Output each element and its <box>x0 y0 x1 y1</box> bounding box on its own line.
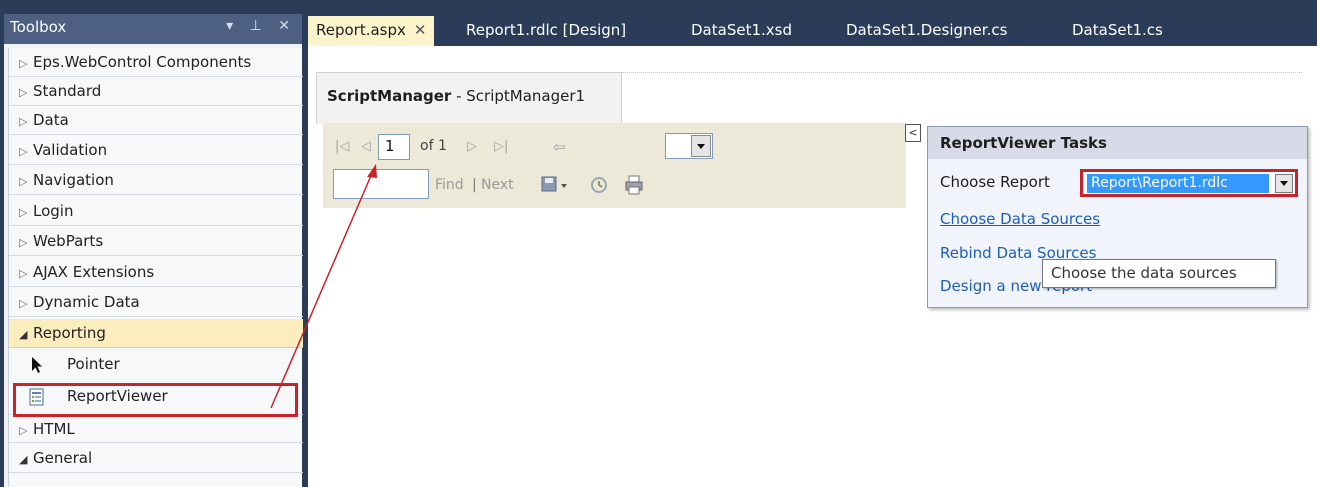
toolbox-group-label: Login <box>33 202 74 220</box>
refresh-icon[interactable] <box>589 175 609 195</box>
toolbox-title: Toolbox <box>10 18 67 36</box>
expand-arrow-icon: ▷ <box>19 115 28 128</box>
toolbox-title-bar: Toolbox ▾ ⊥ ✕ <box>4 14 302 44</box>
toolbox-group-webparts[interactable]: ▷ WebParts <box>9 227 303 256</box>
toolbox-item-label: Pointer <box>67 355 120 373</box>
choose-report-label: Choose Report <box>940 173 1050 191</box>
toolbox-group-login[interactable]: ▷ Login <box>9 197 303 226</box>
control-type: ScriptManager <box>327 87 452 105</box>
toolbox-group-html[interactable]: ▷ HTML <box>9 414 303 443</box>
page-count-label: of 1 <box>420 138 447 154</box>
control-id: ScriptManager1 <box>466 87 586 105</box>
previous-page-icon[interactable]: ◁ <box>361 139 371 154</box>
toolbox-group-standard[interactable]: ▷ Standard <box>9 77 303 106</box>
tab-label: Report1.rdlc [Design] <box>466 21 627 39</box>
expand-arrow-icon: ▷ <box>19 145 28 158</box>
expand-arrow-icon: ▷ <box>19 86 28 99</box>
document-tab-strip: Report.aspx ✕ Report1.rdlc [Design] DataS… <box>308 14 1317 46</box>
reportviewer-highlight-box <box>13 383 298 417</box>
page-number-input[interactable]: 1 <box>378 134 410 160</box>
script-manager-control[interactable]: ScriptManager - ScriptManager1 <box>316 72 622 124</box>
toolbox-group-ajax[interactable]: ▷ AJAX Extensions <box>9 258 303 287</box>
expand-arrow-icon: ▷ <box>19 206 28 219</box>
window-controls-icon[interactable]: ▾ ⊥ ✕ <box>226 18 296 34</box>
toolbox-group-label: Data <box>33 111 69 129</box>
toolbox-group-label: Validation <box>33 141 108 159</box>
toolbox-group-navigation[interactable]: ▷ Navigation <box>9 166 303 195</box>
pointer-icon <box>32 357 42 373</box>
tab-label: DataSet1.Designer.cs <box>846 21 1008 39</box>
collapse-arrow-icon: ◢ <box>19 453 28 466</box>
tab-report-aspx[interactable]: Report.aspx ✕ <box>308 16 435 46</box>
toolbox-group-label: HTML <box>33 420 75 438</box>
collapse-arrow-icon: ◢ <box>19 328 28 341</box>
tab-report1-rdlc-design[interactable]: Report1.rdlc [Design] <box>458 16 634 46</box>
toolbox-group-label: Reporting <box>33 324 106 342</box>
control-separator: - <box>451 87 467 105</box>
choose-report-value: Report\Report1.rdlc <box>1087 174 1269 193</box>
tab-label: Report.aspx <box>316 21 406 39</box>
design-surface[interactable]: ScriptManager - ScriptManager1 |◁ ◁ 1 of… <box>308 46 1317 487</box>
toolbox-group-data[interactable]: ▷ Data <box>9 106 303 135</box>
choose-report-select[interactable]: Report\Report1.rdlc <box>1080 169 1298 197</box>
last-page-icon[interactable]: ▷| <box>494 139 508 154</box>
zoom-select[interactable] <box>665 133 713 159</box>
export-icon[interactable] <box>540 175 570 197</box>
find-link[interactable]: Find <box>435 177 464 193</box>
tab-label: DataSet1.cs <box>1072 21 1163 39</box>
print-icon[interactable] <box>623 174 645 196</box>
tab-dataset1-cs[interactable]: DataSet1.cs <box>1064 16 1171 46</box>
expand-arrow-icon: ▷ <box>19 424 28 437</box>
first-page-icon[interactable]: |◁ <box>335 139 349 154</box>
chevron-down-icon[interactable] <box>691 135 711 157</box>
toolbox-group-general[interactable]: ◢ General <box>9 444 303 473</box>
tab-dataset1-designer-cs[interactable]: DataSet1.Designer.cs <box>838 16 1015 46</box>
design-boundary-line <box>622 72 1302 73</box>
chevron-down-icon[interactable] <box>1275 174 1293 193</box>
tooltip: Choose the data sources <box>1042 259 1276 288</box>
report-viewer-body <box>323 208 906 487</box>
expand-arrow-icon: ▷ <box>19 297 28 310</box>
expand-arrow-icon: ▷ <box>19 236 28 249</box>
next-link[interactable]: Next <box>481 177 514 193</box>
toolbox-group-reporting[interactable]: ◢ Reporting <box>9 319 303 348</box>
toolbox-group-validation[interactable]: ▷ Validation <box>9 136 303 165</box>
find-text-input[interactable] <box>333 169 429 199</box>
toolbox-group-label: General <box>33 449 93 467</box>
toolbox-group-label: Navigation <box>33 171 114 189</box>
toolbox-group-label: Dynamic Data <box>33 293 140 311</box>
toolbox-group-label: WebParts <box>33 232 104 250</box>
toolbox-group-dynamic-data[interactable]: ▷ Dynamic Data <box>9 288 303 317</box>
toolbox-group-eps[interactable]: ▷ Eps.WebControl Components <box>9 48 303 77</box>
find-separator: | <box>472 177 477 193</box>
smart-tag-collapse-icon[interactable]: < <box>905 124 921 142</box>
tasks-header: ReportViewer Tasks <box>928 127 1307 159</box>
expand-arrow-icon: ▷ <box>19 267 28 280</box>
next-page-icon[interactable]: ▷ <box>467 139 477 154</box>
close-icon[interactable]: ✕ <box>414 21 427 39</box>
toolbox-item-pointer[interactable]: Pointer <box>9 350 303 380</box>
choose-data-sources-link[interactable]: Choose Data Sources <box>940 210 1100 228</box>
tab-dataset1-xsd[interactable]: DataSet1.xsd <box>683 16 800 46</box>
report-viewer-control[interactable]: |◁ ◁ 1 of 1 ▷ ▷| ⇦ Find | Next <box>323 123 906 487</box>
toolbox-list: ▷ Eps.WebControl Components ▷ Standard ▷ Da… <box>8 48 303 487</box>
toolbox-group-label: Eps.WebControl Components <box>33 53 252 71</box>
toolbox-group-label: Standard <box>33 82 102 100</box>
expand-arrow-icon: ▷ <box>19 175 28 188</box>
expand-arrow-icon: ▷ <box>19 57 28 70</box>
report-viewer-toolbar: |◁ ◁ 1 of 1 ▷ ▷| ⇦ Find | Next <box>323 123 906 208</box>
tab-label: DataSet1.xsd <box>691 21 792 39</box>
back-icon[interactable]: ⇦ <box>553 138 566 156</box>
toolbox-group-label: AJAX Extensions <box>33 263 155 281</box>
